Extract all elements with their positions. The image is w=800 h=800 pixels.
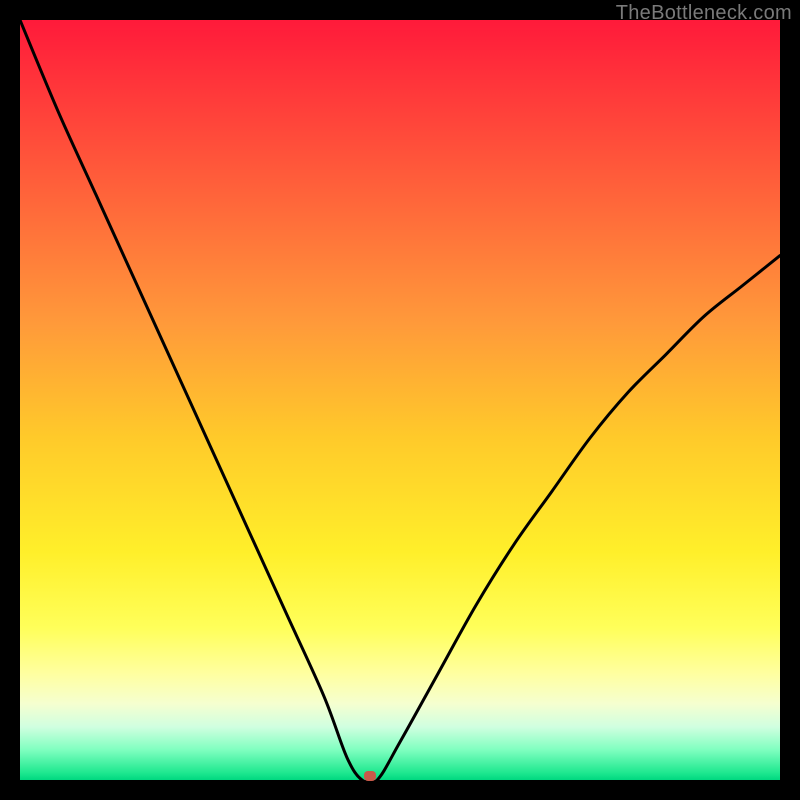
bottleneck-curve [20,20,780,780]
optimal-marker [364,771,376,781]
curve-svg [20,20,780,780]
watermark-text: TheBottleneck.com [616,2,792,25]
plot-area [20,20,780,780]
chart-container: TheBottleneck.com [0,0,800,800]
